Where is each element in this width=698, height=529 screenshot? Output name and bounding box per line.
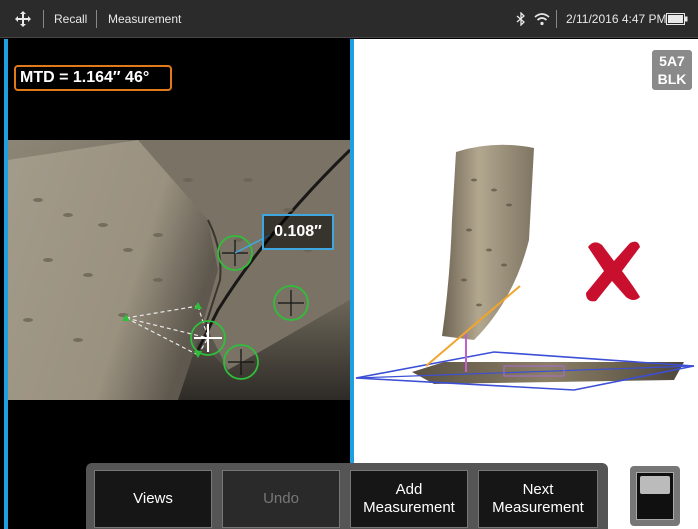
wifi-icon [534, 0, 550, 38]
toggle-icon [636, 472, 674, 520]
battery-icon [666, 0, 688, 38]
add-measurement-label-1: Add [395, 481, 423, 498]
separator [43, 10, 44, 28]
separator [96, 10, 97, 28]
depth-value-label[interactable]: 0.108″ [262, 214, 334, 250]
add-measurement-label-2: Measurement [363, 499, 455, 516]
views-button-label: Views [133, 490, 173, 507]
views-button[interactable]: Views [94, 470, 212, 528]
bluetooth-icon [516, 0, 526, 38]
next-measurement-button[interactable]: Next Measurement [478, 470, 598, 528]
undo-button[interactable]: Undo [222, 470, 340, 528]
separator [556, 10, 557, 28]
measurement-label[interactable]: Measurement [108, 0, 181, 38]
error-x-icon [586, 241, 640, 302]
datetime: 2/11/2016 4:47 PM [566, 12, 667, 26]
undo-button-label: Undo [263, 490, 299, 507]
move-arrows-icon[interactable] [14, 0, 32, 38]
inspection-image[interactable] [8, 140, 350, 400]
status-bar: Recall Measurement 2/11/2016 4:47 PM [0, 0, 698, 38]
add-measurement-button[interactable]: Add Measurement [350, 470, 468, 528]
recall-label[interactable]: Recall [54, 0, 87, 38]
badge-line-2: BLK [657, 71, 687, 87]
mtd-readout: MTD = 1.164″ 46° [14, 65, 172, 91]
next-measurement-label-1: Next [522, 481, 554, 498]
next-measurement-label-2: Measurement [492, 499, 584, 516]
badge-line-1: 5A7 [659, 53, 685, 69]
screen-toggle-button[interactable] [630, 466, 680, 526]
probe-tip-badge: 5A7 BLK [652, 50, 692, 90]
